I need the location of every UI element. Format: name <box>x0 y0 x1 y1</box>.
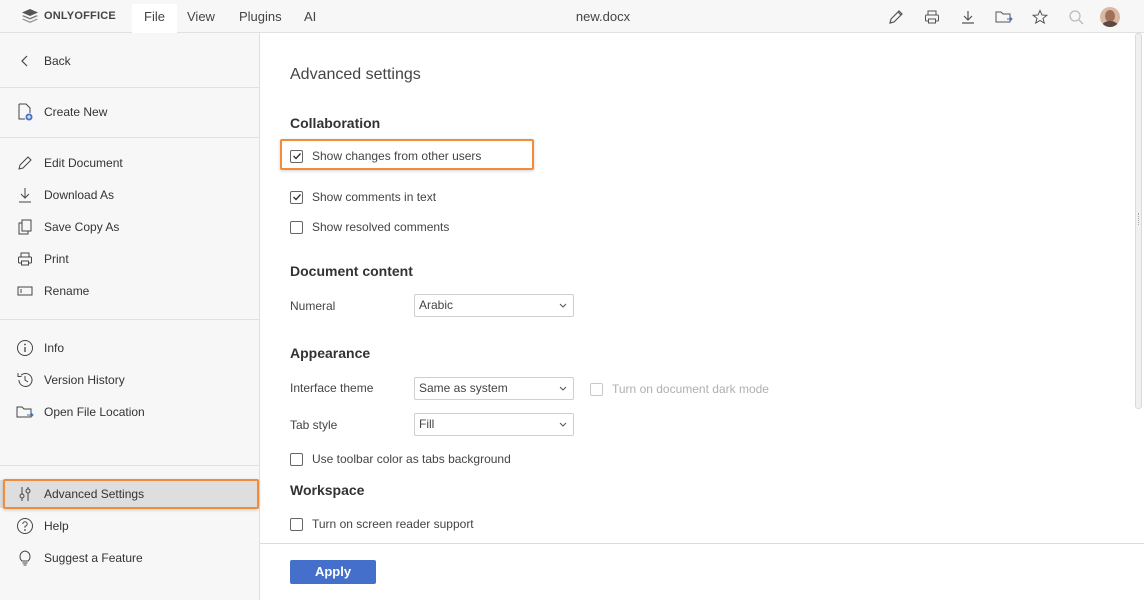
sidebar-label-save-copy-as: Save Copy As <box>44 220 120 234</box>
sidebar-label-open-file-location: Open File Location <box>44 405 145 419</box>
apply-button[interactable]: Apply <box>290 560 376 584</box>
sidebar-label-download-as: Download As <box>44 188 115 202</box>
sidebar-item-back[interactable]: Back <box>0 47 259 75</box>
interface-theme-value: Same as system <box>419 381 508 395</box>
chevron-down-icon <box>559 386 567 391</box>
checkbox-unchecked[interactable] <box>290 517 303 531</box>
download-icon <box>16 186 34 204</box>
scrollbar-grip <box>1138 213 1139 225</box>
file-sidebar: Back Create New Edit Document Download A… <box>0 33 260 600</box>
show-changes-checkbox[interactable]: Show changes from other users <box>290 147 481 165</box>
sidebar-label-print: Print <box>44 252 69 266</box>
tab-style-select[interactable]: Fill <box>414 413 574 436</box>
download-icon[interactable] <box>958 7 978 27</box>
history-icon <box>16 371 34 389</box>
copy-icon <box>16 218 34 236</box>
open-folder-icon[interactable] <box>994 7 1014 27</box>
sidebar-item-info[interactable]: Info <box>0 334 259 362</box>
sidebar-label-advanced-settings: Advanced Settings <box>44 487 145 501</box>
checkbox-unchecked[interactable] <box>290 220 303 234</box>
show-comments-checkbox[interactable]: Show comments in text <box>290 188 436 206</box>
toolbar-color-checkbox[interactable]: Use toolbar color as tabs background <box>290 450 511 468</box>
print-icon[interactable] <box>922 7 942 27</box>
page-title: Advanced settings <box>290 66 421 83</box>
sidebar-label-info: Info <box>44 341 65 355</box>
sidebar-item-advanced-settings[interactable]: Advanced Settings <box>0 480 259 508</box>
checkbox-checked[interactable] <box>290 190 303 204</box>
tab-style-value: Fill <box>419 417 435 431</box>
section-collaboration: Collaboration <box>290 115 381 131</box>
sidebar-label-help: Help <box>44 519 69 533</box>
checkbox-disabled <box>590 382 603 396</box>
new-document-icon <box>16 103 34 121</box>
open-folder-icon <box>16 403 34 421</box>
sidebar-label-rename: Rename <box>44 284 90 298</box>
edit-icon <box>16 154 34 172</box>
lightbulb-icon <box>16 549 34 567</box>
section-appearance: Appearance <box>290 345 371 361</box>
print-icon <box>16 250 34 268</box>
sliders-icon <box>16 485 34 503</box>
search-icon[interactable] <box>1066 7 1086 27</box>
numeral-value: Arabic <box>419 298 454 312</box>
sidebar-item-rename[interactable]: Rename <box>0 277 259 305</box>
top-bar: ONLYOFFICE File View Plugins AI new.docx <box>0 0 1144 33</box>
show-comments-label: Show comments in text <box>312 190 437 204</box>
sidebar-item-create-new[interactable]: Create New <box>0 98 259 126</box>
sidebar-item-print[interactable]: Print <box>0 245 259 273</box>
show-changes-label: Show changes from other users <box>312 149 482 163</box>
sidebar-label-create-new: Create New <box>44 105 108 119</box>
section-workspace: Workspace <box>290 482 365 498</box>
numeral-select[interactable]: Arabic <box>414 294 574 317</box>
help-icon <box>16 517 34 535</box>
numeral-label: Numeral <box>290 299 336 313</box>
sidebar-item-help[interactable]: Help <box>0 512 259 540</box>
sidebar-label-back: Back <box>44 54 71 68</box>
chevron-down-icon <box>559 422 567 427</box>
interface-theme-select[interactable]: Same as system <box>414 377 574 400</box>
checkbox-checked[interactable] <box>290 149 303 163</box>
avatar[interactable] <box>1100 7 1120 27</box>
sidebar-item-open-file-location[interactable]: Open File Location <box>0 398 259 426</box>
interface-theme-label: Interface theme <box>290 381 374 395</box>
star-icon[interactable] <box>1030 7 1050 27</box>
toolbar-color-label: Use toolbar color as tabs background <box>312 452 511 466</box>
chevron-left-icon <box>16 52 34 70</box>
dark-mode-checkbox: Turn on document dark mode <box>590 380 769 398</box>
screen-reader-label: Turn on screen reader support <box>312 517 474 531</box>
show-resolved-checkbox[interactable]: Show resolved comments <box>290 218 449 236</box>
advanced-settings-panel: Advanced settings Collaboration Show cha… <box>260 33 1144 543</box>
sidebar-item-version-history[interactable]: Version History <box>0 366 259 394</box>
sidebar-label-version-history: Version History <box>44 373 125 387</box>
checkbox-unchecked[interactable] <box>290 452 303 466</box>
sidebar-label-edit-document: Edit Document <box>44 156 123 170</box>
section-document-content: Document content <box>290 263 413 279</box>
edit-icon[interactable] <box>886 7 906 27</box>
footer-bar: Apply <box>260 543 1144 600</box>
tab-style-label: Tab style <box>290 418 338 432</box>
sidebar-label-suggest-feature: Suggest a Feature <box>44 551 143 565</box>
dark-mode-label: Turn on document dark mode <box>612 382 769 396</box>
screen-reader-checkbox[interactable]: Turn on screen reader support <box>290 515 474 533</box>
sidebar-item-save-copy-as[interactable]: Save Copy As <box>0 213 259 241</box>
sidebar-item-download-as[interactable]: Download As <box>0 181 259 209</box>
sidebar-item-edit-document[interactable]: Edit Document <box>0 149 259 177</box>
chevron-down-icon <box>559 303 567 308</box>
info-icon <box>16 339 34 357</box>
show-resolved-label: Show resolved comments <box>312 220 450 234</box>
rename-icon <box>16 282 34 300</box>
sidebar-item-suggest-feature[interactable]: Suggest a Feature <box>0 544 259 572</box>
